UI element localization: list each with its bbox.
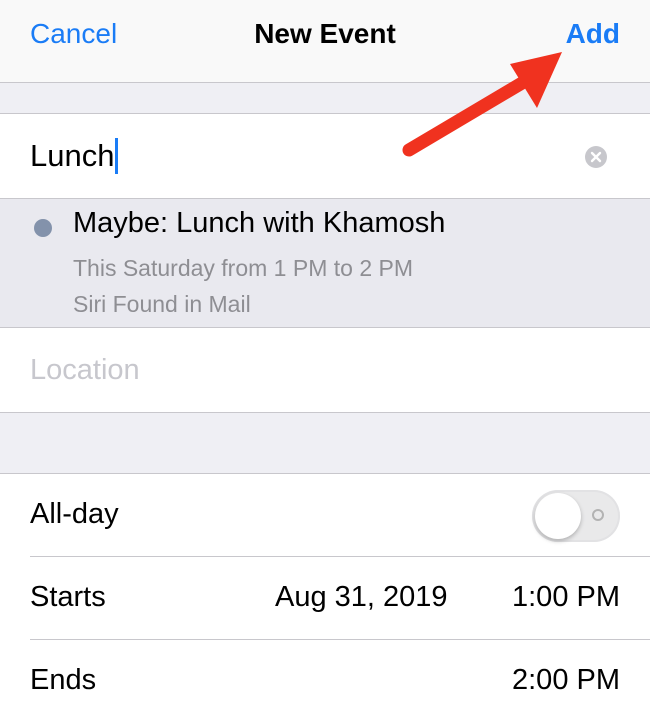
clear-icon[interactable] [585, 146, 607, 168]
new-event-screen: Cancel New Event Add Lunch Maybe: Lunch … [0, 0, 650, 710]
toggle-knob [535, 493, 581, 539]
siri-suggestion[interactable]: Maybe: Lunch with Khamosh This Saturday … [0, 199, 650, 328]
starts-time[interactable]: 1:00 PM [512, 581, 620, 614]
add-button[interactable]: Add [566, 18, 620, 50]
starts-row[interactable]: Starts Aug 31, 2019 1:00 PM [0, 557, 650, 639]
title-row: Lunch [0, 114, 650, 199]
all-day-toggle[interactable] [532, 490, 620, 542]
starts-label: Starts [30, 581, 106, 613]
event-title-value: Lunch [30, 138, 115, 173]
page-title: New Event [254, 18, 396, 49]
event-title-input[interactable]: Lunch [30, 136, 119, 176]
suggestion-title: Maybe: Lunch with Khamosh [73, 207, 446, 239]
all-day-row: All-day [0, 474, 650, 556]
ends-time[interactable]: 2:00 PM [512, 664, 620, 697]
location-row: Location [0, 328, 650, 413]
ends-label: Ends [30, 664, 97, 696]
navigation-bar: Cancel New Event Add [0, 0, 650, 83]
toggle-off-indicator-icon [592, 509, 604, 521]
text-cursor [115, 138, 119, 174]
starts-date[interactable]: Aug 31, 2019 [275, 581, 448, 614]
calendar-dot-icon [34, 219, 52, 237]
ends-row[interactable]: Ends 2:00 PM [0, 640, 650, 710]
all-day-label: All-day [30, 498, 119, 530]
section-spacer [0, 83, 650, 114]
section-spacer [0, 413, 650, 474]
suggestion-source: Siri Found in Mail [73, 291, 251, 317]
suggestion-time: This Saturday from 1 PM to 2 PM [73, 255, 414, 281]
location-input[interactable]: Location [30, 354, 140, 387]
